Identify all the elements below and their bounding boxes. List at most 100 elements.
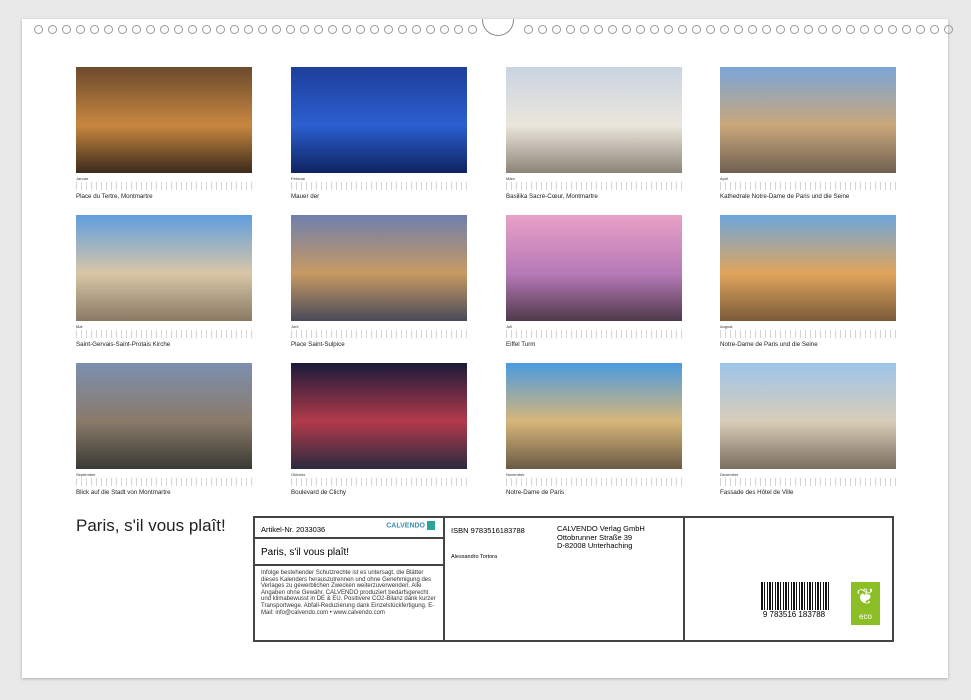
publisher-city: D-82008 Unterhaching [557,542,645,551]
binding-hole [76,25,85,34]
binding-hole [888,25,897,34]
binding-hole [566,25,575,34]
binding-hole [916,25,925,34]
binding-hole [48,25,57,34]
binding-hole [412,25,421,34]
binding-hole [580,25,589,34]
month-photo [720,363,896,469]
binding-hole [678,25,687,34]
month-7: Juli Eiffel Turm [506,215,682,348]
mini-calendar [720,182,896,190]
mini-calendar [720,330,896,338]
month-photo [76,215,252,321]
photo-caption: Kathedrale Notre-Dame de Paris und die S… [720,193,896,200]
eco-label: eco [851,612,880,621]
mini-calendar [76,330,252,338]
binding-hole [706,25,715,34]
publisher-address: CALVENDO Verlag GmbH Ottobrunner Straße … [557,525,645,551]
binding-holes [34,25,944,35]
month-photo [506,67,682,173]
article-number: Artikel-Nr. 2033036 [261,525,325,534]
month-label: Februar [291,176,467,181]
photo-caption: Notre-Dame de Paris [506,489,682,496]
binding-hole [846,25,855,34]
month-photo [76,67,252,173]
binding-hole [720,25,729,34]
month-label: April [720,176,896,181]
binding-hole [328,25,337,34]
binding-hole [622,25,631,34]
month-5: Mai Saint-Gervais-Saint-Protais Kirche [76,215,252,348]
binding-hole [440,25,449,34]
binding-hole [748,25,757,34]
month-1: Januar Place du Tertre, Montmartre [76,67,252,200]
barcode: 9 783516 183788 [761,582,831,618]
binding-hole [930,25,939,34]
info-title: Paris, s'il vous plaît! [255,539,443,566]
photo-caption: Place du Tertre, Montmartre [76,193,252,200]
info-left: Artikel-Nr. 2033036 CALVENDO Paris, s'il… [255,518,445,640]
binding-hole [650,25,659,34]
photo-caption: Fassade des Hôtel de Ville [720,489,896,496]
photo-caption: Notre-Dame de Paris und die Seine [720,341,896,348]
binding-hole [468,25,477,34]
binding-hole [174,25,183,34]
mini-calendar [506,330,682,338]
binding-hole [104,25,113,34]
mini-calendar [506,478,682,486]
binding-hole [636,25,645,34]
legal-text: Infolge bestehender Schutzrechte ist es … [255,566,443,620]
binding-hole [132,25,141,34]
month-label: Juni [291,324,467,329]
photo-caption: Place Saint-Sulpice [291,341,467,348]
binding-hole [426,25,435,34]
binding-hole [118,25,127,34]
month-2: Februar Mauer der [291,67,467,200]
photo-caption: Basilika Sacré-Cœur, Montmartre [506,193,682,200]
binding-hole [258,25,267,34]
info-middle: ISBN 9783516183788 Alessandro Tortora CA… [445,518,685,640]
month-label: Oktober [291,472,467,477]
photo-caption: Saint-Gervais-Saint-Protais Kirche [76,341,252,348]
binding-hole [804,25,813,34]
binding-hole [62,25,71,34]
binding-hole [608,25,617,34]
binding-hole [944,25,953,34]
binding-hole [398,25,407,34]
month-3: März Basilika Sacré-Cœur, Montmartre [506,67,682,200]
info-box: Artikel-Nr. 2033036 CALVENDO Paris, s'il… [253,516,894,642]
binding-hole [314,25,323,34]
binding-hole [272,25,281,34]
month-photo [506,215,682,321]
photo-caption: Mauer der [291,193,467,200]
month-photo [506,363,682,469]
binding-hole [776,25,785,34]
binding-hole [902,25,911,34]
mini-calendar [291,478,467,486]
binding-hole [90,25,99,34]
binding-hole [860,25,869,34]
mini-calendar [76,182,252,190]
binding-hole [146,25,155,34]
binding-hole [160,25,169,34]
eco-icon: ❦eco [851,582,880,625]
month-photo [720,215,896,321]
photo-caption: Blick auf die Stadt von Montmartre [76,489,252,496]
binding-hole [734,25,743,34]
binding-hole [790,25,799,34]
binding-hole [384,25,393,34]
calvendo-logo: CALVENDO [386,521,435,530]
binding-hole [342,25,351,34]
mini-calendar [291,182,467,190]
binding-hole [230,25,239,34]
month-label: Mai [76,324,252,329]
mini-calendar [720,478,896,486]
mini-calendar [291,330,467,338]
month-10: Oktober Boulevard de Clichy [291,363,467,496]
month-photo [291,215,467,321]
month-8: August Notre-Dame de Paris und die Seine [720,215,896,348]
photo-caption: Eiffel Turm [506,341,682,348]
binding-hole [692,25,701,34]
month-label: Januar [76,176,252,181]
month-label: September [76,472,252,477]
